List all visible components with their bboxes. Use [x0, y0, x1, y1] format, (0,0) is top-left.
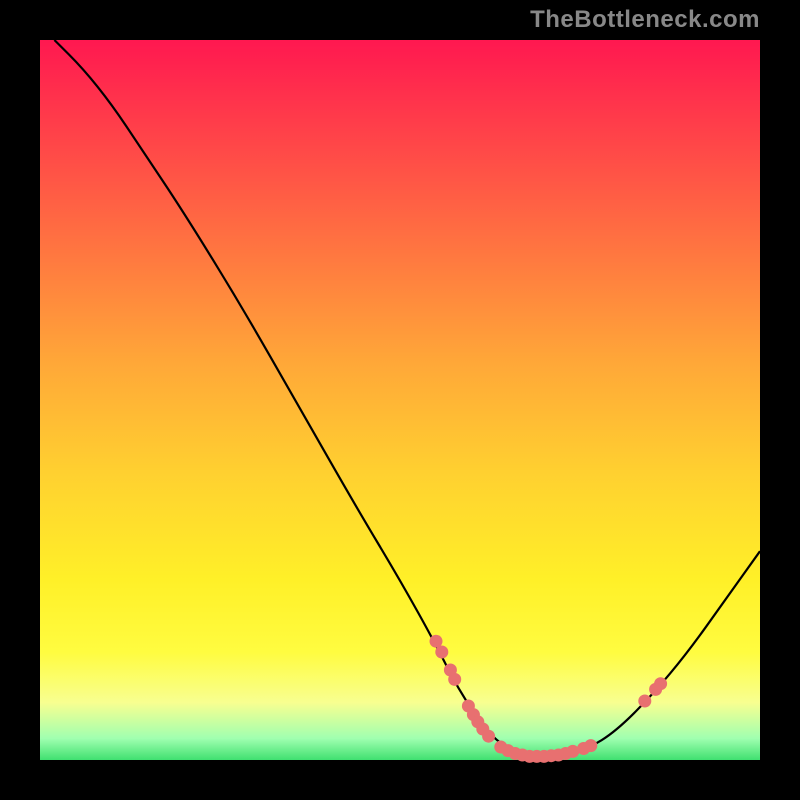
bottleneck-curve-chart — [40, 40, 760, 760]
data-marker — [448, 673, 461, 686]
data-marker — [482, 730, 495, 743]
attribution-text: TheBottleneck.com — [530, 6, 760, 34]
data-marker — [654, 677, 667, 690]
data-marker — [638, 695, 651, 708]
curve-line — [54, 40, 760, 756]
data-marker — [584, 739, 597, 752]
data-marker — [435, 646, 448, 659]
